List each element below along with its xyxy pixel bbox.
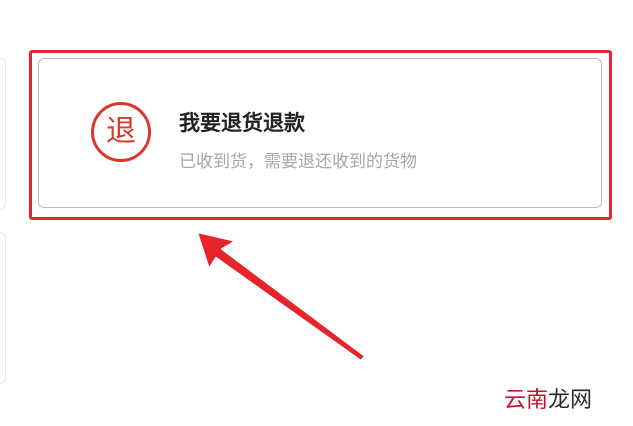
- adjacent-card-edge: [0, 232, 6, 384]
- watermark-red-text: 云南: [504, 388, 549, 413]
- watermark-dark-text: 龙网: [548, 388, 593, 413]
- highlight-frame: [29, 50, 612, 220]
- watermark: 云南龙网: [504, 382, 592, 414]
- adjacent-card-edge: [0, 58, 6, 210]
- screenshot-stage: 退 我要退货退款 已收到货，需要退还收到的货物 云南龙网: [0, 0, 633, 426]
